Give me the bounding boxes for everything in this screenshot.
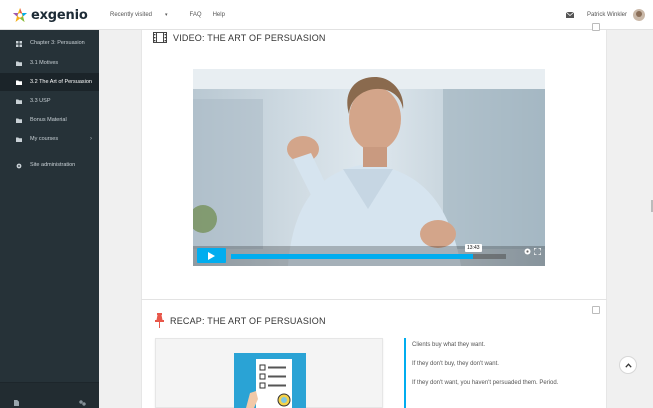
video-progress-bar[interactable]: [231, 254, 506, 259]
sidebar-footer: [0, 382, 99, 408]
recently-visited-menu[interactable]: Recently visited ▾: [110, 12, 179, 18]
settings-gear-icon[interactable]: [524, 242, 531, 260]
completion-checkbox[interactable]: [592, 306, 600, 314]
folder-icon: [16, 137, 22, 142]
sidebar-item-my-courses[interactable]: My courses ›: [0, 130, 99, 148]
video-player[interactable]: 13:43: [193, 69, 545, 266]
top-navbar: exgenio Recently visited ▾ FAQ Help Patri…: [0, 0, 653, 30]
recap-line: Clients buy what they want.: [412, 342, 486, 348]
main-nav: Recently visited ▾ FAQ Help: [110, 0, 236, 30]
envelope-icon[interactable]: [563, 8, 577, 22]
folder-icon: [16, 80, 22, 85]
sidebar-item-art-of-persuasion[interactable]: 3.2 The Art of Persuasion: [0, 73, 99, 91]
play-icon: [208, 251, 215, 260]
sidebar: Chapter 3: Persuasion 3.1 Motives 3.2 Th…: [0, 30, 99, 408]
logo-star-icon: [13, 8, 27, 22]
sidebar-item-label: Bonus Material: [30, 117, 67, 123]
section-divider: [141, 299, 607, 300]
sidebar-item-label: Chapter 3: Persuasion: [30, 40, 85, 46]
checklist-illustration: [234, 353, 306, 408]
sidebar-item-label: 3.3 USP: [30, 98, 51, 104]
sidebar-item-site-administration[interactable]: Site administration: [0, 156, 99, 174]
pin-icon: [155, 313, 164, 328]
recap-title-text: RECAP: THE ART OF PERSUASION: [170, 315, 326, 326]
sidebar-item-usp[interactable]: 3.3 USP: [0, 92, 99, 110]
sidebar-item-label: 3.2 The Art of Persuasion: [30, 79, 92, 85]
recap-line: If they don't want, you haven't persuade…: [412, 380, 559, 386]
help-link[interactable]: Help: [213, 12, 225, 18]
sidebar-item-label: My courses: [30, 136, 59, 142]
scroll-to-top-button[interactable]: [619, 356, 637, 374]
sidebar-item-label: 3.1 Motives: [30, 60, 59, 66]
folder-icon: [16, 99, 22, 104]
video-section-title: VIDEO: THE ART OF PERSUASION: [153, 32, 326, 43]
avatar[interactable]: [633, 9, 645, 21]
sidebar-item-label: Site administration: [30, 162, 76, 168]
chevron-right-icon: ›: [90, 136, 92, 142]
completion-checkbox[interactable]: [592, 23, 600, 31]
video-controls: 13:43: [193, 244, 545, 266]
recap-section-title: RECAP: THE ART OF PERSUASION: [155, 313, 326, 328]
sidebar-item-chapter-3[interactable]: Chapter 3: Persuasion: [0, 34, 99, 52]
video-title-text: VIDEO: THE ART OF PERSUASION: [173, 32, 326, 43]
faq-link[interactable]: FAQ: [190, 12, 202, 18]
brand-logo[interactable]: exgenio: [12, 6, 88, 24]
grid-icon: [16, 40, 22, 47]
film-icon: [153, 32, 167, 43]
user-area: Patrick Winkler: [563, 0, 645, 30]
document-icon[interactable]: [14, 393, 19, 408]
recap-text-block: Clients buy what they want. If they don'…: [404, 338, 594, 408]
play-button[interactable]: [197, 248, 226, 263]
user-name[interactable]: Patrick Winkler: [587, 12, 627, 18]
chevron-down-icon: ▾: [165, 12, 168, 18]
recap-line: If they don't buy, they don't want.: [412, 361, 499, 367]
brand-name: exgenio: [31, 7, 88, 23]
recently-visited-label: Recently visited: [110, 12, 153, 18]
settings-icon[interactable]: [79, 393, 86, 408]
sidebar-item-bonus-material[interactable]: Bonus Material: [0, 111, 99, 129]
gear-icon: [16, 163, 22, 168]
checklist-icon: [246, 359, 292, 408]
fullscreen-icon[interactable]: [533, 242, 542, 260]
video-frame: [193, 69, 545, 266]
time-indicator: 13:43: [465, 244, 482, 252]
folder-icon: [16, 61, 22, 66]
folder-icon: [16, 118, 22, 123]
chevron-up-icon: [624, 362, 632, 368]
sidebar-item-motives[interactable]: 3.1 Motives: [0, 54, 99, 72]
progress-fill: [231, 254, 473, 259]
